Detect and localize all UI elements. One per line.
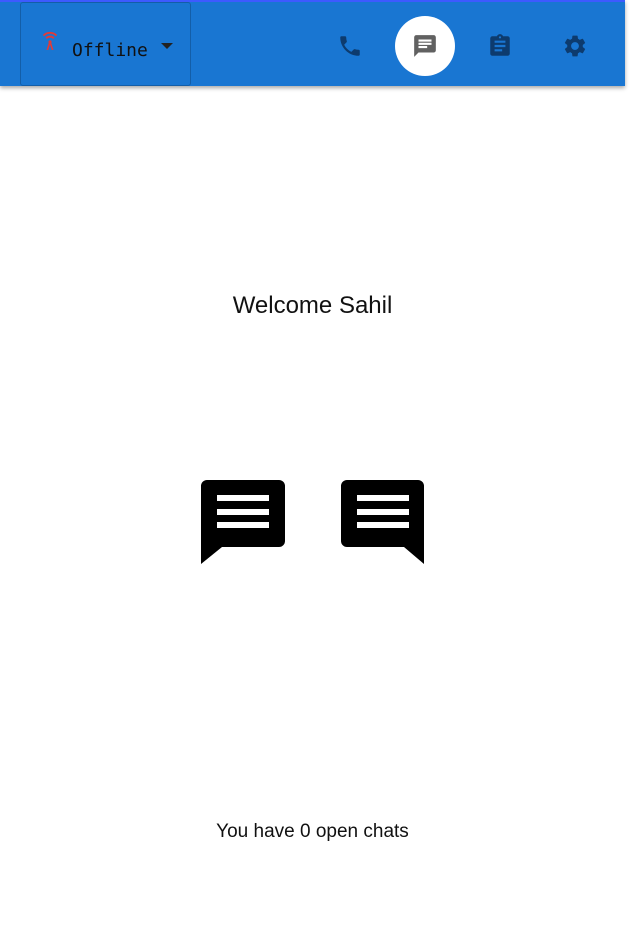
phone-icon [340,36,360,56]
phone-button[interactable] [320,16,380,76]
chat-icon [414,35,436,57]
clipboard-icon [490,34,510,56]
status-label: Offline [72,40,148,61]
welcome-text: Welcome Sahil [232,292,393,319]
chevron-down-icon [161,43,173,49]
chat-bubble-left-icon [201,480,285,564]
top-app-bar: Offline [0,0,625,86]
settings-button[interactable] [545,16,605,76]
app-root: Offline Welcome Sahil You have 0 open ch… [0,0,630,932]
chat-button[interactable] [395,16,455,76]
chat-bubble-right-icon [341,480,424,564]
clipboard-button[interactable] [470,16,530,76]
antenna-icon [42,31,58,50]
gear-icon [564,35,586,57]
status-dropdown[interactable]: Offline [20,2,191,86]
open-chats-count: You have 0 open chats [216,821,409,842]
